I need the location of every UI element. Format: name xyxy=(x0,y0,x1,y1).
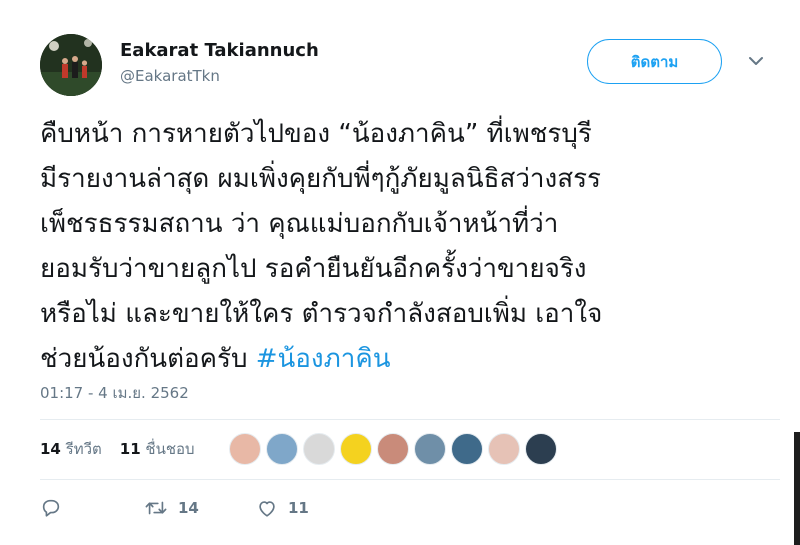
tweet-actions: 14 11 xyxy=(40,497,309,519)
likes-label: ชื่นชอบ xyxy=(145,440,195,458)
liker-avatar[interactable] xyxy=(377,433,409,465)
liker-avatars xyxy=(229,433,557,465)
tweet-text-line: ยอมรับว่าขายลูกไป รอคำยืนยันอีกครั้งว่าข… xyxy=(40,254,587,284)
liker-avatar[interactable] xyxy=(229,433,261,465)
retweets-count: 14 xyxy=(40,440,61,458)
tweet-text-line: คืบหน้า การหายตัวไปของ “น้องภาคิน” ที่เพ… xyxy=(40,119,592,149)
liker-avatar[interactable] xyxy=(266,433,298,465)
avatar-photo-icon xyxy=(40,34,102,96)
tweet-text-last-line: ช่วยน้องกันต่อครับ #น้องภาคิน xyxy=(40,337,790,382)
tweet-text-line: เพ็ชรธรรมสถาน ว่า คุณแม่บอกกับเจ้าหน้าที… xyxy=(40,209,559,239)
retweet-button[interactable]: 14 xyxy=(144,497,256,519)
tweet-text-line: หรือไม่ และขายให้ใคร ตำรวจกำลังสอบเพิ่ม … xyxy=(40,299,603,329)
retweet-count: 14 xyxy=(178,499,199,517)
heart-icon xyxy=(259,501,275,517)
divider xyxy=(40,479,780,480)
liker-avatar[interactable] xyxy=(414,433,446,465)
hashtag-link[interactable]: #น้องภาคิน xyxy=(256,344,391,374)
reply-icon xyxy=(42,499,60,517)
chevron-down-icon[interactable] xyxy=(746,54,766,68)
liker-avatar[interactable] xyxy=(303,433,335,465)
retweets-label: รีทวีต xyxy=(65,440,102,458)
divider xyxy=(40,419,780,420)
tweet-text-line: มีรายงานล่าสุด ผมเพิ่งคุยกับพี่ๆกู้ภัยมู… xyxy=(40,164,602,194)
avatar[interactable] xyxy=(40,34,102,96)
retweet-icon xyxy=(145,501,167,515)
follow-button[interactable]: ติดตาม xyxy=(587,39,722,84)
liker-avatar[interactable] xyxy=(525,433,557,465)
user-handle[interactable]: @EakaratTkn xyxy=(120,67,220,85)
reply-button[interactable] xyxy=(40,497,144,519)
liker-avatar[interactable] xyxy=(451,433,483,465)
like-button[interactable]: 11 xyxy=(256,497,309,519)
tweet-text-line: ช่วยน้องกันต่อครับ xyxy=(40,344,256,374)
window-edge xyxy=(794,432,800,545)
retweets-stat[interactable]: 14 รีทวีต xyxy=(40,437,102,461)
likes-stat[interactable]: 11 ชื่นชอบ xyxy=(120,437,195,461)
tweet-card: Eakarat Takiannuch @EakaratTkn ติดตาม คื… xyxy=(0,0,800,545)
like-count: 11 xyxy=(288,499,309,517)
tweet-text: คืบหน้า การหายตัวไปของ “น้องภาคิน” ที่เพ… xyxy=(40,112,790,382)
tweet-stats: 14 รีทวีต 11 ชื่นชอบ xyxy=(40,437,195,461)
user-display-name[interactable]: Eakarat Takiannuch xyxy=(120,40,319,61)
liker-avatar[interactable] xyxy=(488,433,520,465)
tweet-timestamp[interactable]: 01:17 - 4 เม.ย. 2562 xyxy=(40,381,189,405)
likes-count: 11 xyxy=(119,440,141,458)
liker-avatar[interactable] xyxy=(340,433,372,465)
